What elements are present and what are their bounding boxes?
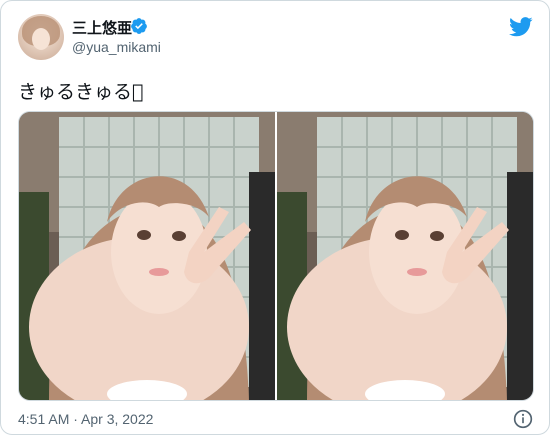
photo-illustration <box>19 112 275 400</box>
tweet-text: きゅるきゅる􀀀 <box>18 81 144 103</box>
info-icon[interactable] <box>513 409 533 429</box>
selfie-photo-1[interactable] <box>19 112 275 400</box>
author-avatar[interactable] <box>18 14 64 60</box>
avatar-face <box>32 28 50 50</box>
tweet-timestamp[interactable]: 4:51 AM · Apr 3, 2022 <box>18 411 153 427</box>
author-display-name[interactable]: 三上悠亜 <box>72 17 132 38</box>
verified-badge-icon <box>131 18 147 34</box>
selfie-photo-2[interactable] <box>277 112 533 400</box>
photo-illustration <box>277 112 533 400</box>
twitter-bird-icon[interactable] <box>509 17 533 37</box>
tweet-card: 三上悠亜 @yua_mikami きゅるきゅる􀀀 <box>0 0 550 435</box>
author-handle[interactable]: @yua_mikami <box>72 39 161 55</box>
tweet-media <box>18 111 534 401</box>
